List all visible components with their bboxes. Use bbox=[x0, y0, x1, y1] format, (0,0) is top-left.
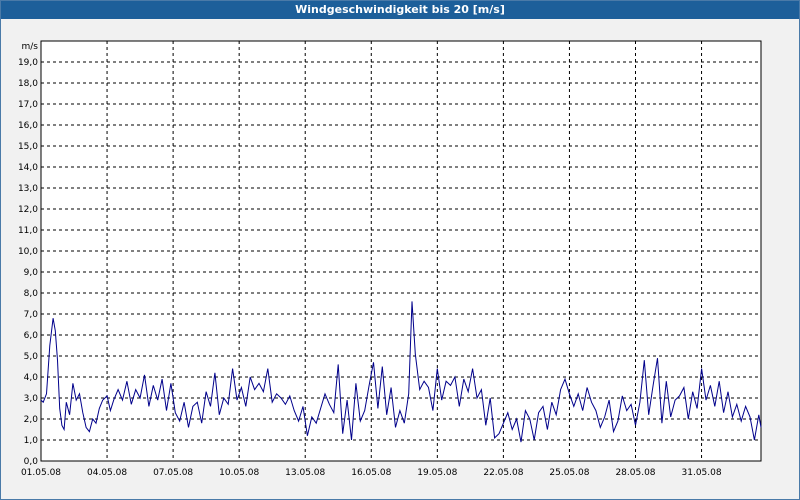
y-tick-label: 12,0 bbox=[18, 205, 38, 215]
y-tick-label: 9,0 bbox=[24, 268, 39, 278]
chart-window: Windgeschwindigkeit bis 20 [m/s] 0,0 1,0 2… bbox=[0, 0, 800, 500]
y-tick-label: 18,0 bbox=[18, 79, 38, 89]
x-axis-ticks: 01.05.08 04.05.08 07.05.08 10.05.08 13.05.08… bbox=[21, 468, 722, 478]
y-tick-label: 2,0 bbox=[24, 415, 39, 425]
y-tick-label: 6,0 bbox=[24, 331, 39, 341]
y-tick-label: 14,0 bbox=[18, 163, 38, 173]
grid-lines bbox=[41, 41, 761, 461]
y-axis-ticks: 0,0 1,0 2,0 3,0 4,0 5,0 6,0 7,0 8,0 9,0 10,0 11,0 12… bbox=[18, 58, 38, 467]
x-tick-label: 01.05.08 bbox=[21, 468, 61, 478]
x-tick-label: 04.05.08 bbox=[87, 468, 127, 478]
y-tick-label: 1,0 bbox=[24, 436, 39, 446]
y-tick-label: 19,0 bbox=[18, 58, 38, 68]
y-tick-label: 11,0 bbox=[18, 226, 38, 236]
y-tick-label: 8,0 bbox=[24, 289, 39, 299]
x-tick-label: 28.05.08 bbox=[615, 468, 655, 478]
y-tick-label: 4,0 bbox=[24, 373, 39, 383]
y-axis-label: m/s bbox=[22, 42, 39, 52]
y-tick-label: 7,0 bbox=[24, 310, 39, 320]
y-tick-label: 17,0 bbox=[18, 100, 38, 110]
x-tick-label: 16.05.08 bbox=[351, 468, 391, 478]
x-tick-label: 07.05.08 bbox=[153, 468, 193, 478]
x-tick-label: 19.05.08 bbox=[417, 468, 457, 478]
x-tick-label: 13.05.08 bbox=[285, 468, 325, 478]
x-tick-label: 31.05.08 bbox=[682, 468, 722, 478]
y-tick-label: 10,0 bbox=[18, 247, 38, 257]
wind-speed-chart: 0,0 1,0 2,0 3,0 4,0 5,0 6,0 7,0 8,0 9,0 10,0 11,0 12… bbox=[18, 40, 762, 478]
y-tick-label: 0,0 bbox=[24, 457, 39, 467]
y-tick-label: 16,0 bbox=[18, 121, 38, 131]
x-tick-label: 25.05.08 bbox=[549, 468, 589, 478]
y-tick-label: 13,0 bbox=[18, 184, 38, 194]
x-tick-label: 22.05.08 bbox=[483, 468, 523, 478]
y-tick-label: 3,0 bbox=[24, 394, 39, 404]
x-tick-label: 10.05.08 bbox=[219, 468, 259, 478]
y-tick-label: 15,0 bbox=[18, 142, 38, 152]
y-tick-label: 5,0 bbox=[24, 352, 39, 362]
